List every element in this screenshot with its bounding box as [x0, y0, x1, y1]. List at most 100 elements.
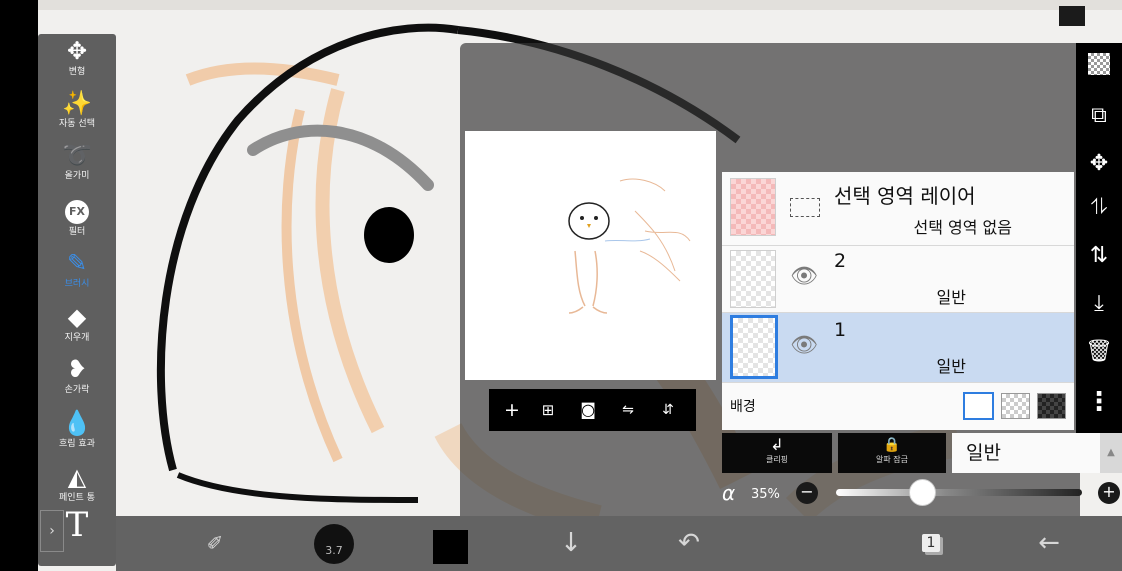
opacity-symbol: α: [722, 481, 736, 505]
clipping-label: 클리핑: [765, 455, 789, 464]
layer-thumbnail: [730, 315, 778, 379]
brush-adjust-icon[interactable]: ✐: [190, 516, 240, 571]
back-arrow-icon[interactable]: ←: [1024, 516, 1074, 571]
tool-brush[interactable]: ✎ 브러시: [38, 248, 116, 289]
alpha-lock-button[interactable]: 🔒 알파 잠금: [838, 433, 946, 473]
tool-label: 자동 선택: [59, 119, 95, 129]
head-outline: [176, 472, 419, 503]
opacity-slider-handle[interactable]: [908, 479, 936, 506]
tool-paint-bucket[interactable]: ◭ 페인트 통: [38, 462, 116, 503]
sketch-stroke: [604, 238, 651, 242]
opacity-increase-icon[interactable]: +: [1098, 482, 1120, 504]
layer-action-bar: + ⊞ ◙ ⇋ ⇵: [489, 389, 696, 431]
tool-label: 올가미: [64, 171, 90, 181]
tool-eraser[interactable]: ◆ 지우개: [38, 302, 116, 343]
brush-icon: ✎: [66, 249, 88, 277]
opacity-decrease-icon[interactable]: −: [796, 482, 818, 504]
layer-name: 1: [834, 319, 847, 341]
preview-beak: [587, 224, 591, 228]
blend-mode-dropdown[interactable]: 일반: [952, 433, 1100, 473]
tool-transform[interactable]: ✥ 변형: [38, 36, 116, 77]
layer-blend-mode: 일반: [936, 288, 966, 307]
tool-lasso[interactable]: ➰ 올가미: [38, 140, 116, 181]
sketch-stroke: [634, 210, 691, 282]
add-layer-icon[interactable]: +: [495, 389, 529, 431]
preview-eye: [594, 216, 598, 220]
sketch-stroke: [574, 250, 598, 307]
text-glyph: T: [65, 505, 89, 545]
checker-glyph: [1088, 53, 1110, 75]
clipping-arrow-icon: ↲: [770, 435, 784, 454]
lasso-icon: ➰: [62, 141, 92, 169]
layer-swap-icon[interactable]: ⧉: [1076, 103, 1122, 128]
more-menu-icon[interactable]: ⋮: [1076, 387, 1122, 417]
selection-rect-icon: [790, 198, 820, 217]
background-dark-swatch[interactable]: [1037, 393, 1066, 419]
preview-eye: [580, 216, 584, 220]
finger-icon: ❥: [66, 355, 88, 383]
merge-down-icon[interactable]: ⤓: [1076, 291, 1122, 316]
camera-icon[interactable]: ◙: [571, 389, 605, 431]
fx-glyph: FX: [65, 200, 89, 224]
tool-label: 필터: [68, 227, 86, 237]
layer-row-selected[interactable]: 👁 1 일반: [722, 313, 1074, 383]
flip-layer-icon[interactable]: ⥮: [1076, 195, 1122, 220]
flip-vertical-layer-icon[interactable]: ⇅: [1076, 243, 1122, 268]
visibility-eye-icon[interactable]: 👁: [790, 264, 818, 289]
tool-finger[interactable]: ❥ 손가락: [38, 354, 116, 395]
opacity-slider[interactable]: [836, 489, 1082, 496]
bottom-toolbar: ✐ 3.7 ↓ ↶ 1 ←: [116, 516, 1122, 571]
selection-layer-status: 선택 영역 없음: [913, 218, 1013, 237]
preview-sketch: [568, 178, 691, 314]
blend-mode-value: 일반: [966, 442, 1001, 464]
selection-layer-row[interactable]: 선택 영역 레이어 선택 영역 없음: [722, 172, 1074, 246]
down-arrow-icon[interactable]: ↓: [546, 516, 596, 571]
visibility-eye-icon[interactable]: 👁: [790, 333, 818, 358]
tool-label: 흐림 효과: [59, 439, 95, 449]
eye-dot: [364, 207, 414, 263]
layer-row[interactable]: 👁 2 일반: [722, 246, 1074, 313]
brush-size-value: 3.7: [325, 544, 343, 557]
tool-bar: ✥ 변형 ✨ 자동 선택 ➰ 올가미 FX 필터 ✎ 브러시 ◆ 지우개 ❥ 손…: [38, 34, 116, 566]
brush-size-button[interactable]: 3.7: [314, 524, 354, 564]
tool-label: 지우개: [64, 333, 90, 343]
dropdown-up-icon[interactable]: ▲: [1100, 433, 1122, 473]
layer-list: 선택 영역 레이어 선택 영역 없음 👁 2 일반 👁 1 일반 배경: [722, 172, 1074, 430]
canvas-preview: [465, 131, 716, 380]
background-swatches: [961, 392, 1066, 420]
trash-icon[interactable]: 🗑: [1076, 339, 1122, 364]
tool-blur[interactable]: 💧 흐림 효과: [38, 408, 116, 449]
sketch-stroke: [185, 62, 340, 86]
lock-icon: 🔒: [883, 437, 901, 453]
tool-magic-wand[interactable]: ✨ 자동 선택: [38, 88, 116, 129]
sketch-stroke: [568, 306, 608, 314]
background-transparent-swatch[interactable]: [1000, 393, 1030, 419]
sketch-stroke: [619, 178, 666, 192]
eraser-icon: ◆: [67, 303, 87, 331]
fx-icon: FX: [38, 196, 116, 226]
tool-label: 손가락: [64, 385, 90, 395]
color-swatch[interactable]: [433, 530, 468, 564]
move-layer-icon[interactable]: ✥: [1076, 151, 1122, 176]
undo-icon[interactable]: ↶: [664, 516, 714, 571]
background-white-swatch[interactable]: [962, 392, 994, 420]
flip-vertical-icon[interactable]: ⇵: [651, 389, 685, 431]
alpha-lock-label: 알파 잠금: [876, 455, 908, 464]
tool-filter[interactable]: FX 필터: [38, 196, 116, 237]
add-layer-copy-icon[interactable]: ⊞: [531, 389, 565, 431]
preview-head: [568, 202, 610, 240]
layer-thumbnail: [730, 250, 776, 308]
clipping-button[interactable]: ↲ 클리핑: [722, 433, 832, 473]
expand-toolbar-icon[interactable]: ›: [40, 510, 64, 552]
layers-icon[interactable]: 1: [906, 516, 956, 571]
flip-horizontal-icon[interactable]: ⇋: [611, 389, 645, 431]
tool-label: 페인트 통: [59, 493, 95, 503]
grey-stroke: [247, 124, 434, 191]
selection-layer-title: 선택 영역 레이어: [834, 184, 976, 208]
paint-bucket-icon: ◭: [67, 463, 87, 491]
tool-label: 변형: [68, 67, 86, 77]
selection-layer-thumbnail: [730, 178, 776, 236]
layer-tool-column: ⧉ ✥ ⥮ ⇅ ⤓ 🗑 ⋮: [1076, 43, 1122, 433]
checkerboard-icon[interactable]: [1076, 53, 1122, 81]
tool-label: 브러시: [64, 279, 90, 289]
